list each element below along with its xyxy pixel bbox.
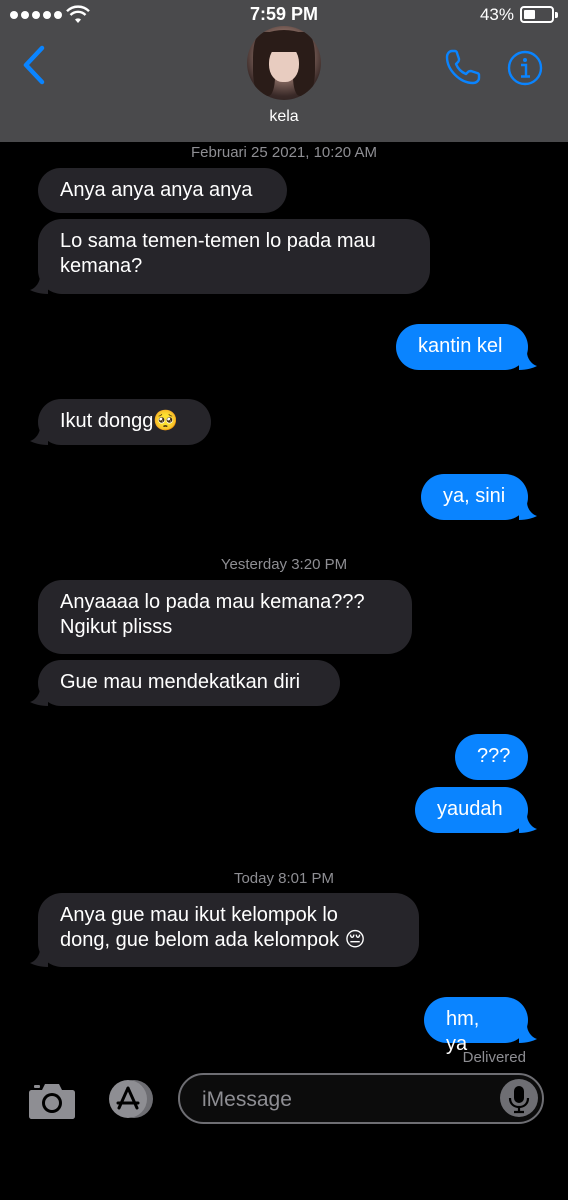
info-icon[interactable] [507,50,543,86]
outgoing-message[interactable]: kantin kel [396,324,528,370]
incoming-message[interactable]: Lo sama temen-temen lo pada mau kemana? [38,219,430,294]
outgoing-message[interactable]: ya, sini [421,474,528,520]
message-input[interactable]: iMessage [178,1073,544,1124]
delivery-status: Delivered [462,1049,526,1066]
bubble-tail [519,1025,537,1043]
microphone-icon [508,1086,530,1114]
incoming-message[interactable]: Gue mau mendekatkan diri [38,660,340,706]
chevron-left-icon[interactable] [20,44,50,86]
message-input-placeholder: iMessage [202,1088,292,1111]
bubble-tail [519,502,537,520]
contact-name[interactable]: kela [0,108,568,126]
incoming-message[interactable]: Anyaaaa lo pada mau kemana??? Ngikut pli… [38,580,412,654]
bubble-tail [30,688,48,706]
outgoing-message[interactable]: hm, ya [424,997,528,1055]
app-store-icon [109,1080,153,1118]
incoming-message[interactable]: Anya gue mau ikut kelompok lo dong, gue … [38,893,419,967]
bubble-tail [30,276,48,294]
battery-percent: 43% [479,5,514,24]
bubble-tail [30,427,48,445]
bubble-tail [30,949,48,967]
phone-icon[interactable] [444,48,482,86]
bubble-tail [519,815,537,833]
bubble-tail [519,352,537,370]
timestamp: Februari 25 2021, 10:20 AM [191,144,377,161]
battery-icon [520,6,558,23]
outgoing-message[interactable]: yaudah [415,787,528,833]
camera-icon[interactable] [28,1080,76,1120]
microphone-button[interactable] [500,1079,538,1117]
contact-avatar[interactable] [247,26,321,100]
outgoing-message[interactable]: ??? [455,734,528,780]
incoming-message[interactable]: Anya anya anya anya [38,168,287,213]
timestamp: Yesterday 3:20 PM [220,556,348,573]
app-store-button[interactable] [104,1078,154,1120]
timestamp: Today 8:01 PM [233,870,335,887]
incoming-message[interactable]: Ikut dongg🥺 [38,399,211,445]
conversation-header: 7:59 PM 43% kela [0,0,568,142]
